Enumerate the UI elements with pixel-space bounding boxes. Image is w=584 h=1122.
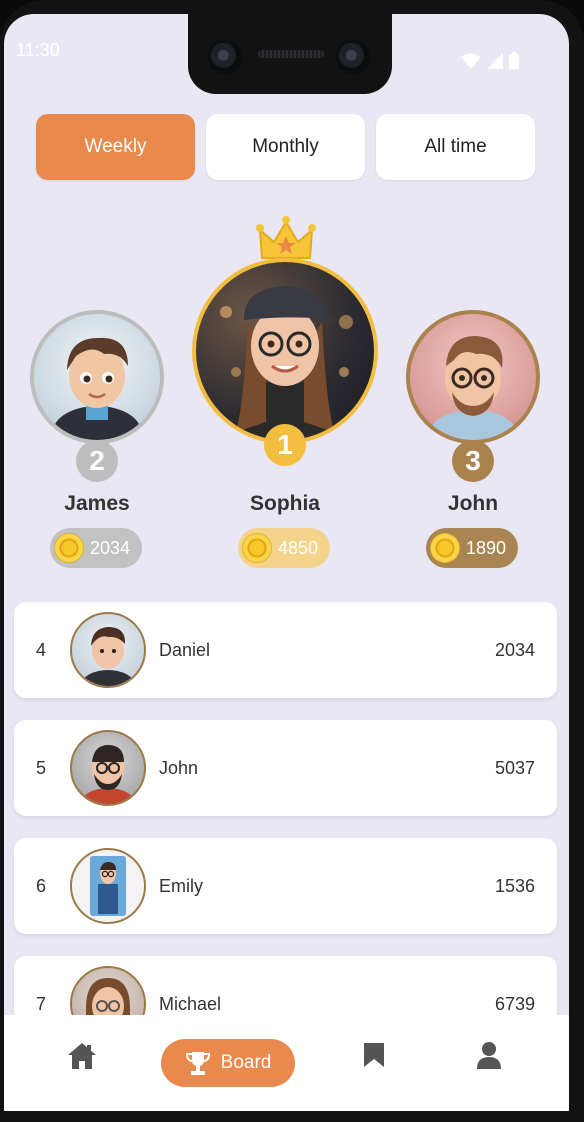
avatar [70,848,146,924]
home-icon [68,1043,96,1069]
avatar [70,730,146,806]
bottom-navigation: Board [4,1015,569,1111]
period-tabs: Weekly Monthly All time [36,114,535,180]
score-james: 2034 [90,537,131,558]
podium-name-john: John [447,492,499,515]
tab-all-time[interactable]: All time [376,114,535,180]
list-item-score: 1536 [494,876,535,896]
list-item[interactable]: 6 Emily 1536 [14,838,557,934]
status-time: 11:30 [16,40,60,60]
rank-badge-2: 2 [76,440,118,482]
phone-frame: 11:30 Weekly Monthly All time 2 1 3 Jame… [0,0,584,1122]
profile-icon [477,1042,501,1069]
nav-home[interactable] [66,1041,98,1071]
coin-icon [430,533,460,563]
list-item-rank: 7 [36,994,47,1014]
list-item-name: Michael [159,994,222,1014]
list-item-name: Emily [159,876,203,896]
score-sophia: 4850 [278,537,319,558]
nav-board-label: Board [220,1052,272,1073]
app-screen: 11:30 Weekly Monthly All time 2 1 3 Jame… [4,14,569,1111]
nav-board[interactable]: Board [161,1039,295,1087]
earpiece-speaker [258,50,324,58]
list-item-score: 2034 [494,640,535,660]
nav-profile[interactable] [476,1041,502,1069]
camera-notch [188,14,392,94]
crown-icon [256,216,316,259]
avatar-john-podium[interactable] [406,310,540,444]
list-item-rank: 6 [36,876,47,896]
wifi-icon [461,53,481,69]
bookmark-icon [364,1043,384,1067]
score-pill-sophia: 4850 [238,528,331,568]
list-item-rank: 4 [36,640,47,660]
tab-weekly[interactable]: Weekly [36,114,195,180]
score-pill-john: 1890 [426,528,519,568]
list-item-name: Daniel [159,640,211,660]
rank-badge-3: 3 [452,440,494,482]
list-item[interactable]: 5 John 5037 [14,720,557,816]
battery-icon [509,52,519,69]
front-camera [208,40,242,74]
list-item-rank: 5 [36,758,47,778]
avatar-sophia[interactable] [192,258,378,444]
podium-name-sophia: Sophia [249,492,320,515]
avatar-james[interactable] [30,310,164,444]
list-item-name: John [159,758,199,778]
list-item-score: 6739 [494,994,535,1014]
front-sensor [336,40,370,74]
score-john: 1890 [466,537,507,558]
signal-icon [487,52,503,69]
tab-monthly[interactable]: Monthly [206,114,365,180]
coin-icon [54,533,84,563]
trophy-icon [185,1052,210,1075]
coin-icon [242,533,272,563]
score-pill-james: 2034 [50,528,143,568]
list-item[interactable]: 4 Daniel 2034 [14,602,557,698]
rank-badge-1: 1 [264,424,306,466]
list-item-score: 5037 [494,758,535,778]
status-icons [461,52,519,69]
nav-bookmarks[interactable] [361,1041,387,1069]
avatar [70,612,146,688]
podium-name-james: James [64,492,130,515]
